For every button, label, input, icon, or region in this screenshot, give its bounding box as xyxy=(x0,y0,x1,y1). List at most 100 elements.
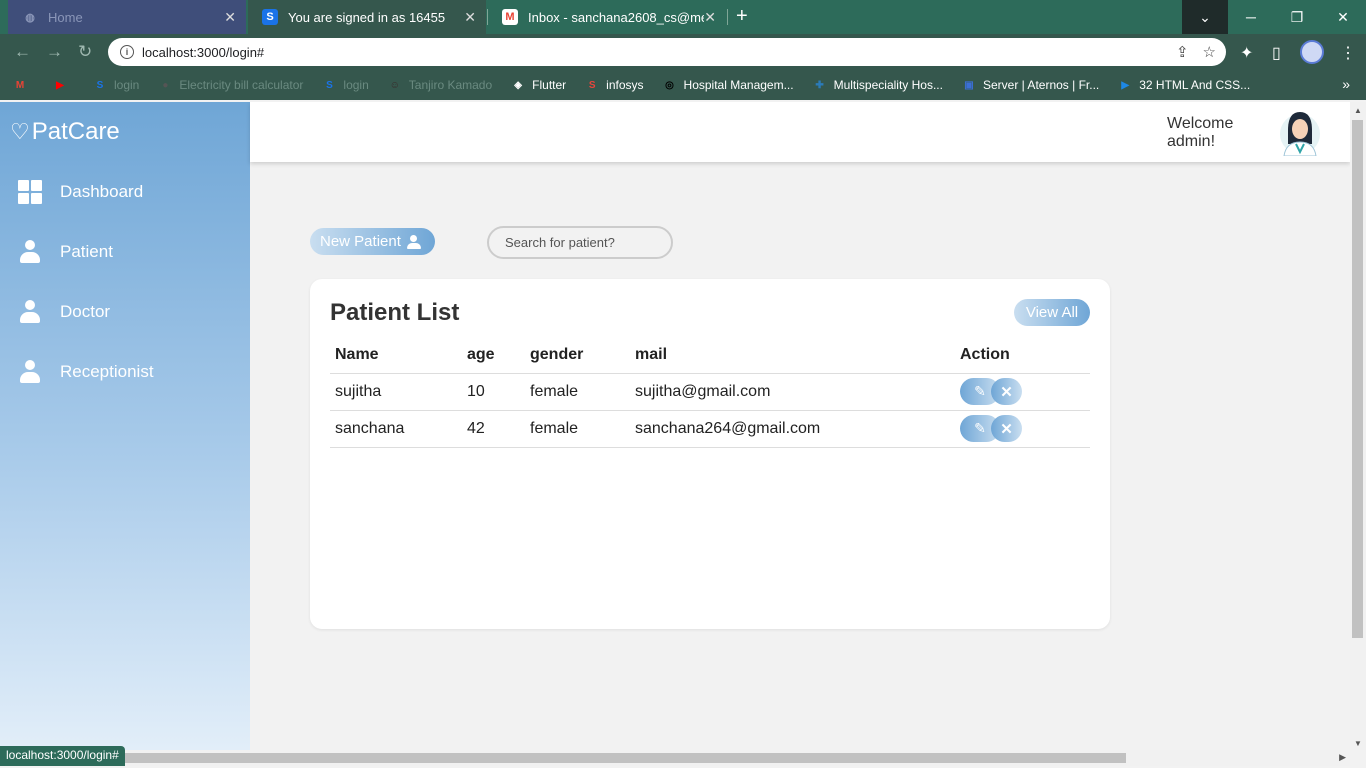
globe-icon: ◍ xyxy=(25,11,35,24)
column-header-gender: gender xyxy=(525,337,630,374)
new-patient-button[interactable]: New Patient xyxy=(310,228,435,255)
table-row: sanchana 42 female sanchana264@gmail.com… xyxy=(330,410,1090,448)
profile-avatar[interactable] xyxy=(1300,40,1324,64)
sidebar-item-doctor[interactable]: Doctor xyxy=(18,297,110,327)
bookmark-star-icon[interactable]: ☆ xyxy=(1203,43,1216,61)
forward-arrow-icon[interactable]: → xyxy=(46,42,63,62)
view-all-button[interactable]: View All xyxy=(1014,299,1090,326)
table-header-row: Name age gender mail Action xyxy=(330,337,1090,374)
bookmark-favicon-icon: S xyxy=(326,79,333,91)
bookmark-favicon-icon: ✚ xyxy=(815,79,824,91)
browser-tab[interactable]: ◍ Home ✕ xyxy=(8,0,246,34)
bookmark-item[interactable]: Slogin xyxy=(92,77,140,93)
patient-list-card: Patient List View All Name age gender ma… xyxy=(310,279,1110,629)
welcome-text: Welcome admin! xyxy=(1167,115,1234,150)
sidebar-item-receptionist[interactable]: Receptionist xyxy=(18,357,154,387)
bookmark-item[interactable]: ☺ Tanjiro Kamado xyxy=(387,77,493,93)
cell-name: sanchana xyxy=(330,410,462,448)
scroll-up-arrow-icon[interactable]: ▲ xyxy=(1354,106,1362,115)
restore-icon[interactable]: ❐ xyxy=(1274,0,1320,34)
tab-divider xyxy=(727,9,728,25)
back-arrow-icon[interactable]: ← xyxy=(14,42,31,62)
bookmark-label: Flutter xyxy=(532,78,567,92)
site-info-icon[interactable]: i xyxy=(120,45,134,59)
patient-table: Name age gender mail Action sujitha 10 f… xyxy=(330,337,1090,448)
sidebar-item-label: Doctor xyxy=(60,302,111,321)
cell-gender: female xyxy=(525,410,630,448)
bookmark-item[interactable]: ◎ Hospital Managem... xyxy=(662,77,794,93)
bookmark-favicon-icon: ● xyxy=(162,79,169,91)
bookmark-label: Multispeciality Hos... xyxy=(833,78,943,92)
bookmark-label: Hospital Managem... xyxy=(683,78,794,92)
browser-tab-active[interactable]: S You are signed in as 16455 ✕ xyxy=(248,0,486,34)
bookmark-item[interactable]: Slogin xyxy=(321,77,369,93)
extensions-puzzle-icon[interactable]: ✦ xyxy=(1240,43,1253,63)
close-tab-icon[interactable]: ✕ xyxy=(704,9,716,26)
tab-title: Inbox - sanchana2608_cs@mepco xyxy=(528,9,704,25)
browser-tab[interactable]: M Inbox - sanchana2608_cs@mepco ✕ xyxy=(488,0,726,34)
bookmark-favicon-icon: M xyxy=(15,79,25,91)
user-icon xyxy=(18,240,42,264)
close-window-icon[interactable]: ✕ xyxy=(1320,0,1366,34)
tab-search-chevron-icon[interactable]: ⌄ xyxy=(1182,0,1228,34)
side-panel-icon[interactable]: ▯ xyxy=(1272,43,1281,63)
horizontal-scroll-thumb[interactable] xyxy=(18,753,1126,763)
close-tab-icon[interactable]: ✕ xyxy=(224,9,236,26)
sidebar-item-label: Receptionist xyxy=(60,362,154,381)
bookmarks-bar: M ▶ Slogin ● Electricity bill calculator Slog… xyxy=(0,70,1366,100)
bookmark-item[interactable]: ● Electricity bill calculator xyxy=(157,77,303,93)
delete-button[interactable]: ✕ xyxy=(991,415,1022,442)
browser-tab-strip: ◍ Home ✕ S You are signed in as 16455 ✕ … xyxy=(0,0,1366,34)
address-bar-row: ← → ↻ i localhost:3000/login# ⇪ ☆ ✦ ▯ ⋮ xyxy=(0,34,1366,70)
bookmark-item[interactable]: ▶ 32 HTML And CSS... xyxy=(1117,77,1250,93)
reload-icon[interactable]: ↻ xyxy=(78,42,92,62)
gmail-icon: M xyxy=(502,9,518,25)
sidebar-item-label: Dashboard xyxy=(60,182,144,201)
horizontal-scrollbar[interactable]: ▶ xyxy=(0,750,1350,766)
bookmark-label: infosys xyxy=(606,78,644,92)
receptionist-icon xyxy=(18,360,42,384)
bookmark-item[interactable]: ◈ Flutter xyxy=(510,77,566,93)
bookmark-item[interactable]: M xyxy=(12,77,34,93)
cell-age: 42 xyxy=(462,410,525,448)
new-tab-plus-icon[interactable]: + xyxy=(736,5,748,28)
sidebar-item-dashboard[interactable]: Dashboard xyxy=(18,177,143,207)
menu-kebab-icon[interactable]: ⋮ xyxy=(1340,43,1356,63)
share-icon[interactable]: ⇪ xyxy=(1176,43,1189,61)
minimize-icon[interactable]: ─ xyxy=(1228,0,1274,34)
scroll-down-arrow-icon[interactable]: ▼ xyxy=(1354,739,1362,748)
cell-age: 10 xyxy=(462,373,525,411)
bookmark-favicon-icon: ▶ xyxy=(1121,79,1130,91)
bookmark-item[interactable]: ▶ xyxy=(52,77,74,93)
table-row: sujitha 10 female sujitha@gmail.com ✎ ✕ xyxy=(330,373,1090,411)
top-header: Welcome admin! xyxy=(250,102,1350,162)
vertical-scrollbar[interactable]: ▲ ▼ xyxy=(1350,102,1366,750)
bookmark-item[interactable]: Sinfosys xyxy=(584,77,644,93)
brand-logo[interactable]: ♡ PatCare xyxy=(10,118,120,146)
pencil-icon: ✎ xyxy=(974,383,986,399)
delete-button[interactable]: ✕ xyxy=(991,378,1022,405)
pencil-icon: ✎ xyxy=(974,420,986,436)
cell-action: ✎ ✕ xyxy=(955,373,1090,411)
bookmark-item[interactable]: ▣ Server | Aternos | Fr... xyxy=(961,77,1099,93)
vertical-scroll-thumb[interactable] xyxy=(1352,120,1363,638)
url-bar[interactable]: i localhost:3000/login# ⇪ ☆ xyxy=(108,38,1226,66)
tab-title: You are signed in as 16455 xyxy=(288,9,446,25)
bookmark-label: Tanjiro Kamado xyxy=(408,78,493,92)
cell-action: ✎ ✕ xyxy=(955,410,1090,448)
close-tab-icon[interactable]: ✕ xyxy=(464,9,476,26)
bookmark-favicon-icon: S xyxy=(588,79,596,91)
cell-gender: female xyxy=(525,373,630,411)
bookmark-label: 32 HTML And CSS... xyxy=(1139,78,1251,92)
sidebar-item-patient[interactable]: Patient xyxy=(18,237,113,267)
bookmark-favicon-icon: ▣ xyxy=(964,79,974,91)
bookmark-item[interactable]: ✚ Multispeciality Hos... xyxy=(812,77,943,93)
close-x-icon: ✕ xyxy=(1000,383,1013,401)
admin-avatar[interactable] xyxy=(1278,108,1322,156)
bookmark-label: login xyxy=(114,78,140,92)
user-icon xyxy=(406,234,421,249)
search-patient-input[interactable] xyxy=(487,226,673,259)
new-patient-label: New Patient xyxy=(320,233,401,250)
bookmarks-overflow-chevron-icon[interactable]: » xyxy=(1342,76,1350,92)
scroll-right-arrow-icon[interactable]: ▶ xyxy=(1339,752,1346,763)
